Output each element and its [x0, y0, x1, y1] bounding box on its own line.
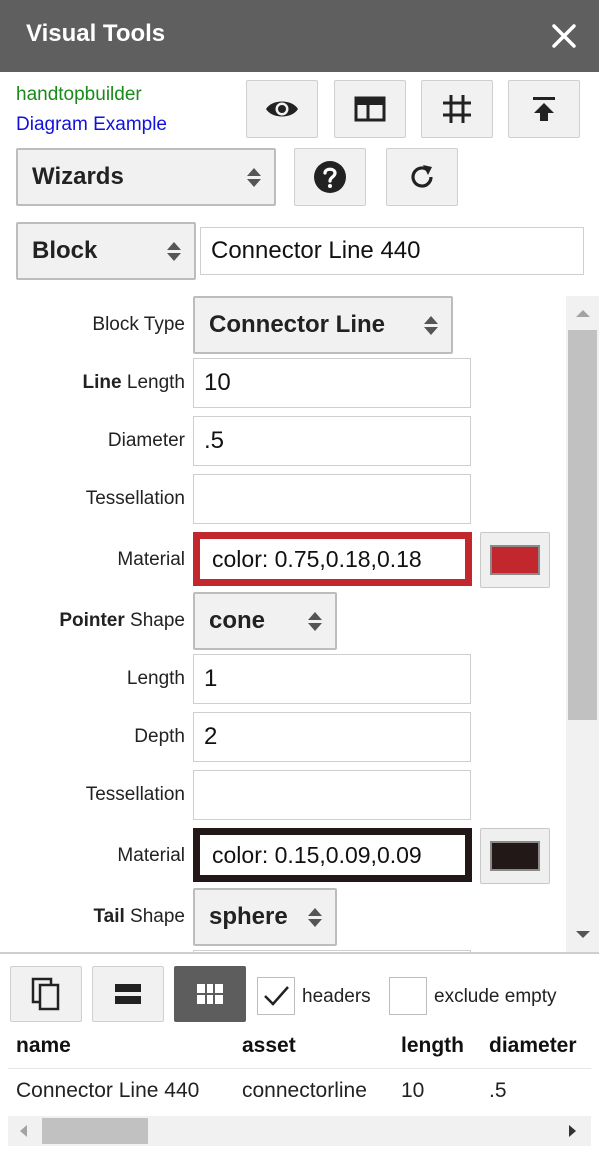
- table-cell-length: 10: [401, 1079, 425, 1102]
- block-type-label: Block Type: [92, 314, 185, 335]
- tessellation-label: Tessellation: [85, 488, 185, 509]
- single-row-icon: [115, 984, 141, 1004]
- eye-icon: [266, 101, 298, 117]
- upload-icon: [533, 97, 555, 121]
- headers-checkbox[interactable]: [257, 977, 295, 1015]
- table-view-button[interactable]: [174, 966, 246, 1022]
- column-header-diameter[interactable]: diameter: [489, 1034, 577, 1058]
- title-bar: Visual Tools: [0, 0, 599, 72]
- help-icon: [314, 161, 346, 193]
- copy-icon: [31, 977, 60, 1011]
- tail-shape-label: Tail Shape: [93, 906, 185, 927]
- table-cell-diameter: .5: [489, 1079, 507, 1102]
- line-length-input[interactable]: 10: [193, 358, 471, 408]
- select-arrows-icon: [423, 315, 439, 335]
- material-label: Material: [117, 549, 185, 570]
- headers-checkbox-label: headers: [302, 986, 371, 1007]
- window-title: Visual Tools: [26, 20, 166, 47]
- properties-panel: Block Type Connector Line Line Length 10…: [0, 296, 599, 952]
- wizards-select[interactable]: Wizards: [16, 148, 276, 206]
- properties-scrollbar[interactable]: [566, 296, 599, 952]
- column-header-name[interactable]: name: [16, 1034, 71, 1058]
- row-view-button[interactable]: [92, 966, 164, 1022]
- scroll-down-icon[interactable]: [575, 930, 591, 940]
- tessellation-input[interactable]: [193, 474, 471, 524]
- help-button[interactable]: [294, 148, 366, 206]
- exclude-empty-checkbox[interactable]: [389, 977, 427, 1015]
- block-kind-value: Block: [32, 237, 98, 264]
- preview-button[interactable]: [246, 80, 318, 138]
- table-header-divider: [8, 1068, 591, 1069]
- select-arrows-icon: [246, 167, 262, 187]
- export-button[interactable]: [508, 80, 580, 138]
- pointer-length-input[interactable]: 1: [193, 654, 471, 704]
- block-kind-select[interactable]: Block: [16, 222, 196, 280]
- pointer-shape-select[interactable]: cone: [193, 592, 337, 650]
- material-input[interactable]: color: 0.75,0.18,0.18: [193, 532, 472, 586]
- exclude-empty-checkbox-label: exclude empty: [434, 986, 557, 1007]
- select-arrows-icon: [307, 611, 323, 631]
- pointer-material-color-swatch: [490, 841, 540, 871]
- copy-button[interactable]: [10, 966, 82, 1022]
- column-header-asset[interactable]: asset: [242, 1034, 296, 1058]
- tail-shape-select[interactable]: sphere: [193, 888, 337, 946]
- horizontal-scrollbar-thumb[interactable]: [42, 1118, 148, 1144]
- table-grid-icon: [197, 984, 223, 1004]
- scroll-up-icon[interactable]: [575, 308, 591, 318]
- pointer-material-label: Material: [117, 845, 185, 866]
- pointer-shape-value: cone: [209, 607, 266, 634]
- select-arrows-icon: [307, 907, 323, 927]
- layout-button[interactable]: [334, 80, 406, 138]
- scroll-right-icon[interactable]: [568, 1124, 578, 1138]
- pointer-material-color-button[interactable]: [480, 828, 550, 884]
- refresh-icon: [411, 165, 433, 188]
- scroll-left-icon[interactable]: [18, 1124, 28, 1138]
- diagram-example-link[interactable]: Diagram Example: [16, 114, 167, 136]
- table-cell-asset: connectorline: [242, 1079, 367, 1102]
- layout-icon: [354, 96, 386, 122]
- column-header-length[interactable]: length: [401, 1034, 464, 1058]
- material-color-button[interactable]: [480, 532, 550, 588]
- close-icon[interactable]: [548, 20, 580, 52]
- select-arrows-icon: [166, 241, 182, 261]
- block-type-select[interactable]: Connector Line: [193, 296, 453, 354]
- grid-button[interactable]: [421, 80, 493, 138]
- refresh-button[interactable]: [386, 148, 458, 206]
- pointer-tessellation-label: Tessellation: [85, 784, 185, 805]
- line-length-label: Line Length: [82, 372, 185, 393]
- checkmark-icon: [264, 986, 289, 1006]
- diameter-label: Diameter: [107, 430, 185, 451]
- pointer-depth-input[interactable]: 2: [193, 712, 471, 762]
- pointer-length-label: Length: [126, 668, 185, 689]
- diameter-input[interactable]: .5: [193, 416, 471, 466]
- wizards-select-value: Wizards: [32, 163, 124, 190]
- pointer-material-input[interactable]: color: 0.15,0.09,0.09: [193, 828, 472, 882]
- tail-shape-value: sphere: [209, 903, 288, 930]
- block-type-value: Connector Line: [209, 311, 386, 338]
- table-horizontal-scrollbar[interactable]: [8, 1116, 591, 1146]
- scrollbar-thumb[interactable]: [568, 330, 597, 720]
- block-name-input[interactable]: Connector Line 440: [200, 227, 584, 275]
- pointer-tessellation-input[interactable]: [193, 770, 471, 820]
- material-color-swatch: [490, 545, 540, 575]
- pointer-depth-label: Depth: [134, 726, 185, 747]
- grid-icon: [443, 95, 471, 123]
- table-cell-name: Connector Line 440: [16, 1079, 200, 1102]
- panel-divider: [0, 952, 599, 954]
- builder-link[interactable]: handtopbuilder: [16, 84, 142, 106]
- pointer-shape-label: Pointer Shape: [59, 610, 185, 631]
